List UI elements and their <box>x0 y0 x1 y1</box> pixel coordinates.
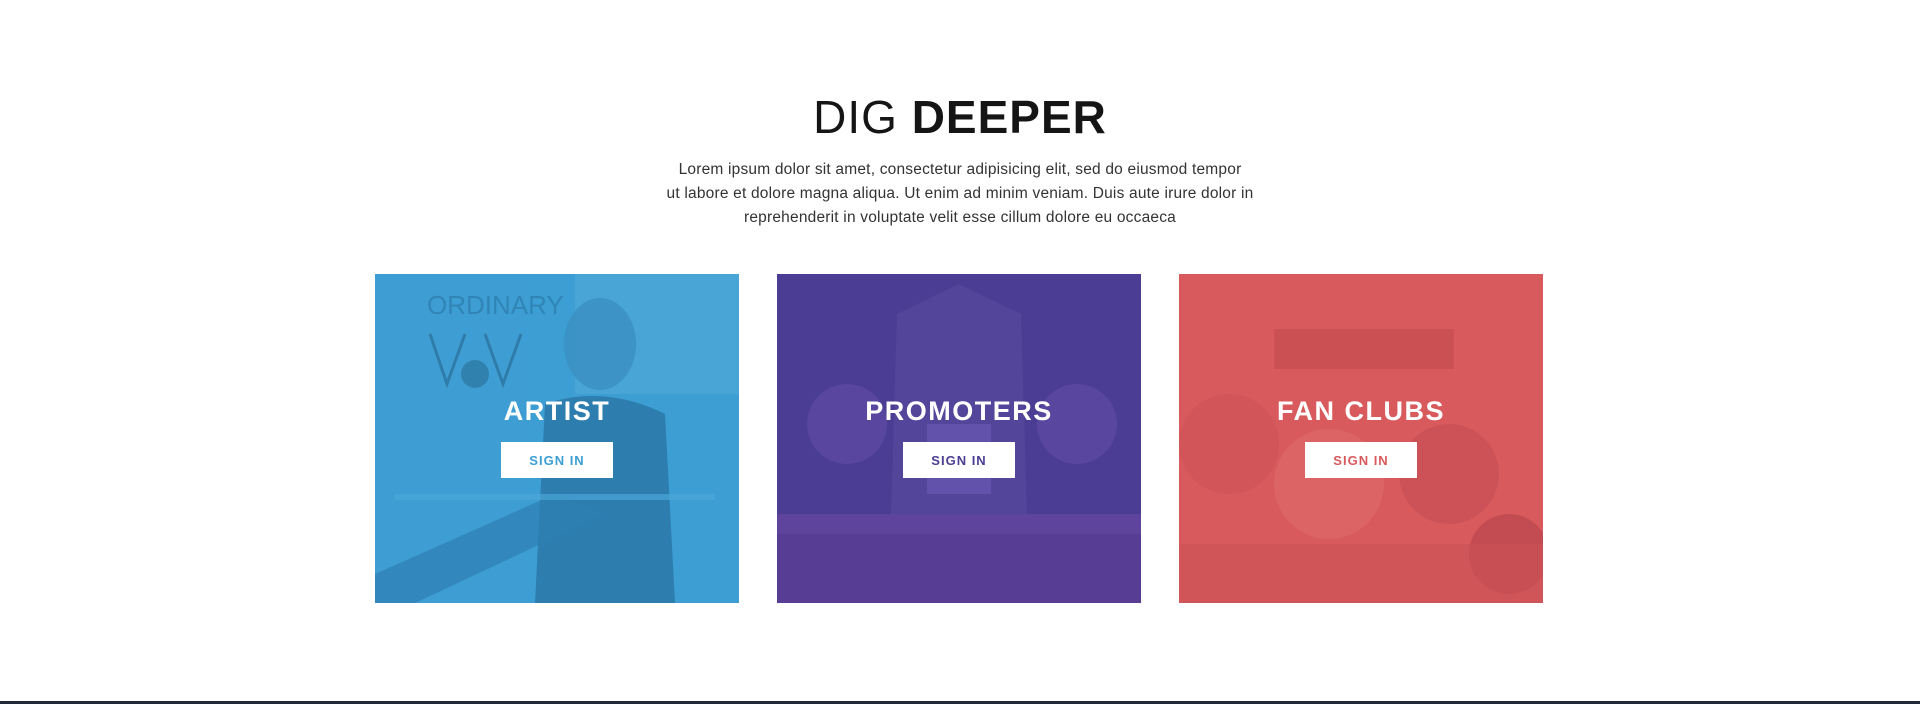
section-heading: DIG DEEPER <box>0 88 1920 146</box>
section-description: Lorem ipsum dolor sit amet, consectetur … <box>640 158 1280 230</box>
heading-light-part: DIG <box>813 91 898 143</box>
artist-card: ORDINARY ARTIST SIGN IN <box>375 274 739 603</box>
promoters-card: PROMOTERS SIGN IN <box>777 274 1141 603</box>
description-line-3: reprehenderit in voluptate velit esse ci… <box>744 209 1176 226</box>
fan-clubs-crowd-image <box>1179 274 1543 603</box>
artist-card-title: ARTIST <box>503 396 611 426</box>
promoters-card-title: PROMOTERS <box>865 396 1053 426</box>
dig-deeper-section: DIG DEEPER Lorem ipsum dolor sit amet, c… <box>0 0 1920 704</box>
artist-photo-image: ORDINARY <box>375 274 739 603</box>
artist-sign-in-button[interactable]: SIGN IN <box>501 442 613 478</box>
promoters-sign-in-button[interactable]: SIGN IN <box>903 442 1015 478</box>
fan-clubs-sign-in-button[interactable]: SIGN IN <box>1305 442 1417 478</box>
fan-clubs-card-title: FAN CLUBS <box>1277 396 1445 426</box>
description-line-1: Lorem ipsum dolor sit amet, consectetur … <box>678 161 1242 178</box>
fan-clubs-card: FAN CLUBS SIGN IN <box>1179 274 1543 603</box>
promoters-concert-image <box>777 274 1141 603</box>
description-line-2: ut labore et dolore magna aliqua. Ut eni… <box>666 185 1254 202</box>
heading-bold-part: DEEPER <box>911 91 1107 143</box>
svg-text:ORDINARY: ORDINARY <box>427 290 564 320</box>
